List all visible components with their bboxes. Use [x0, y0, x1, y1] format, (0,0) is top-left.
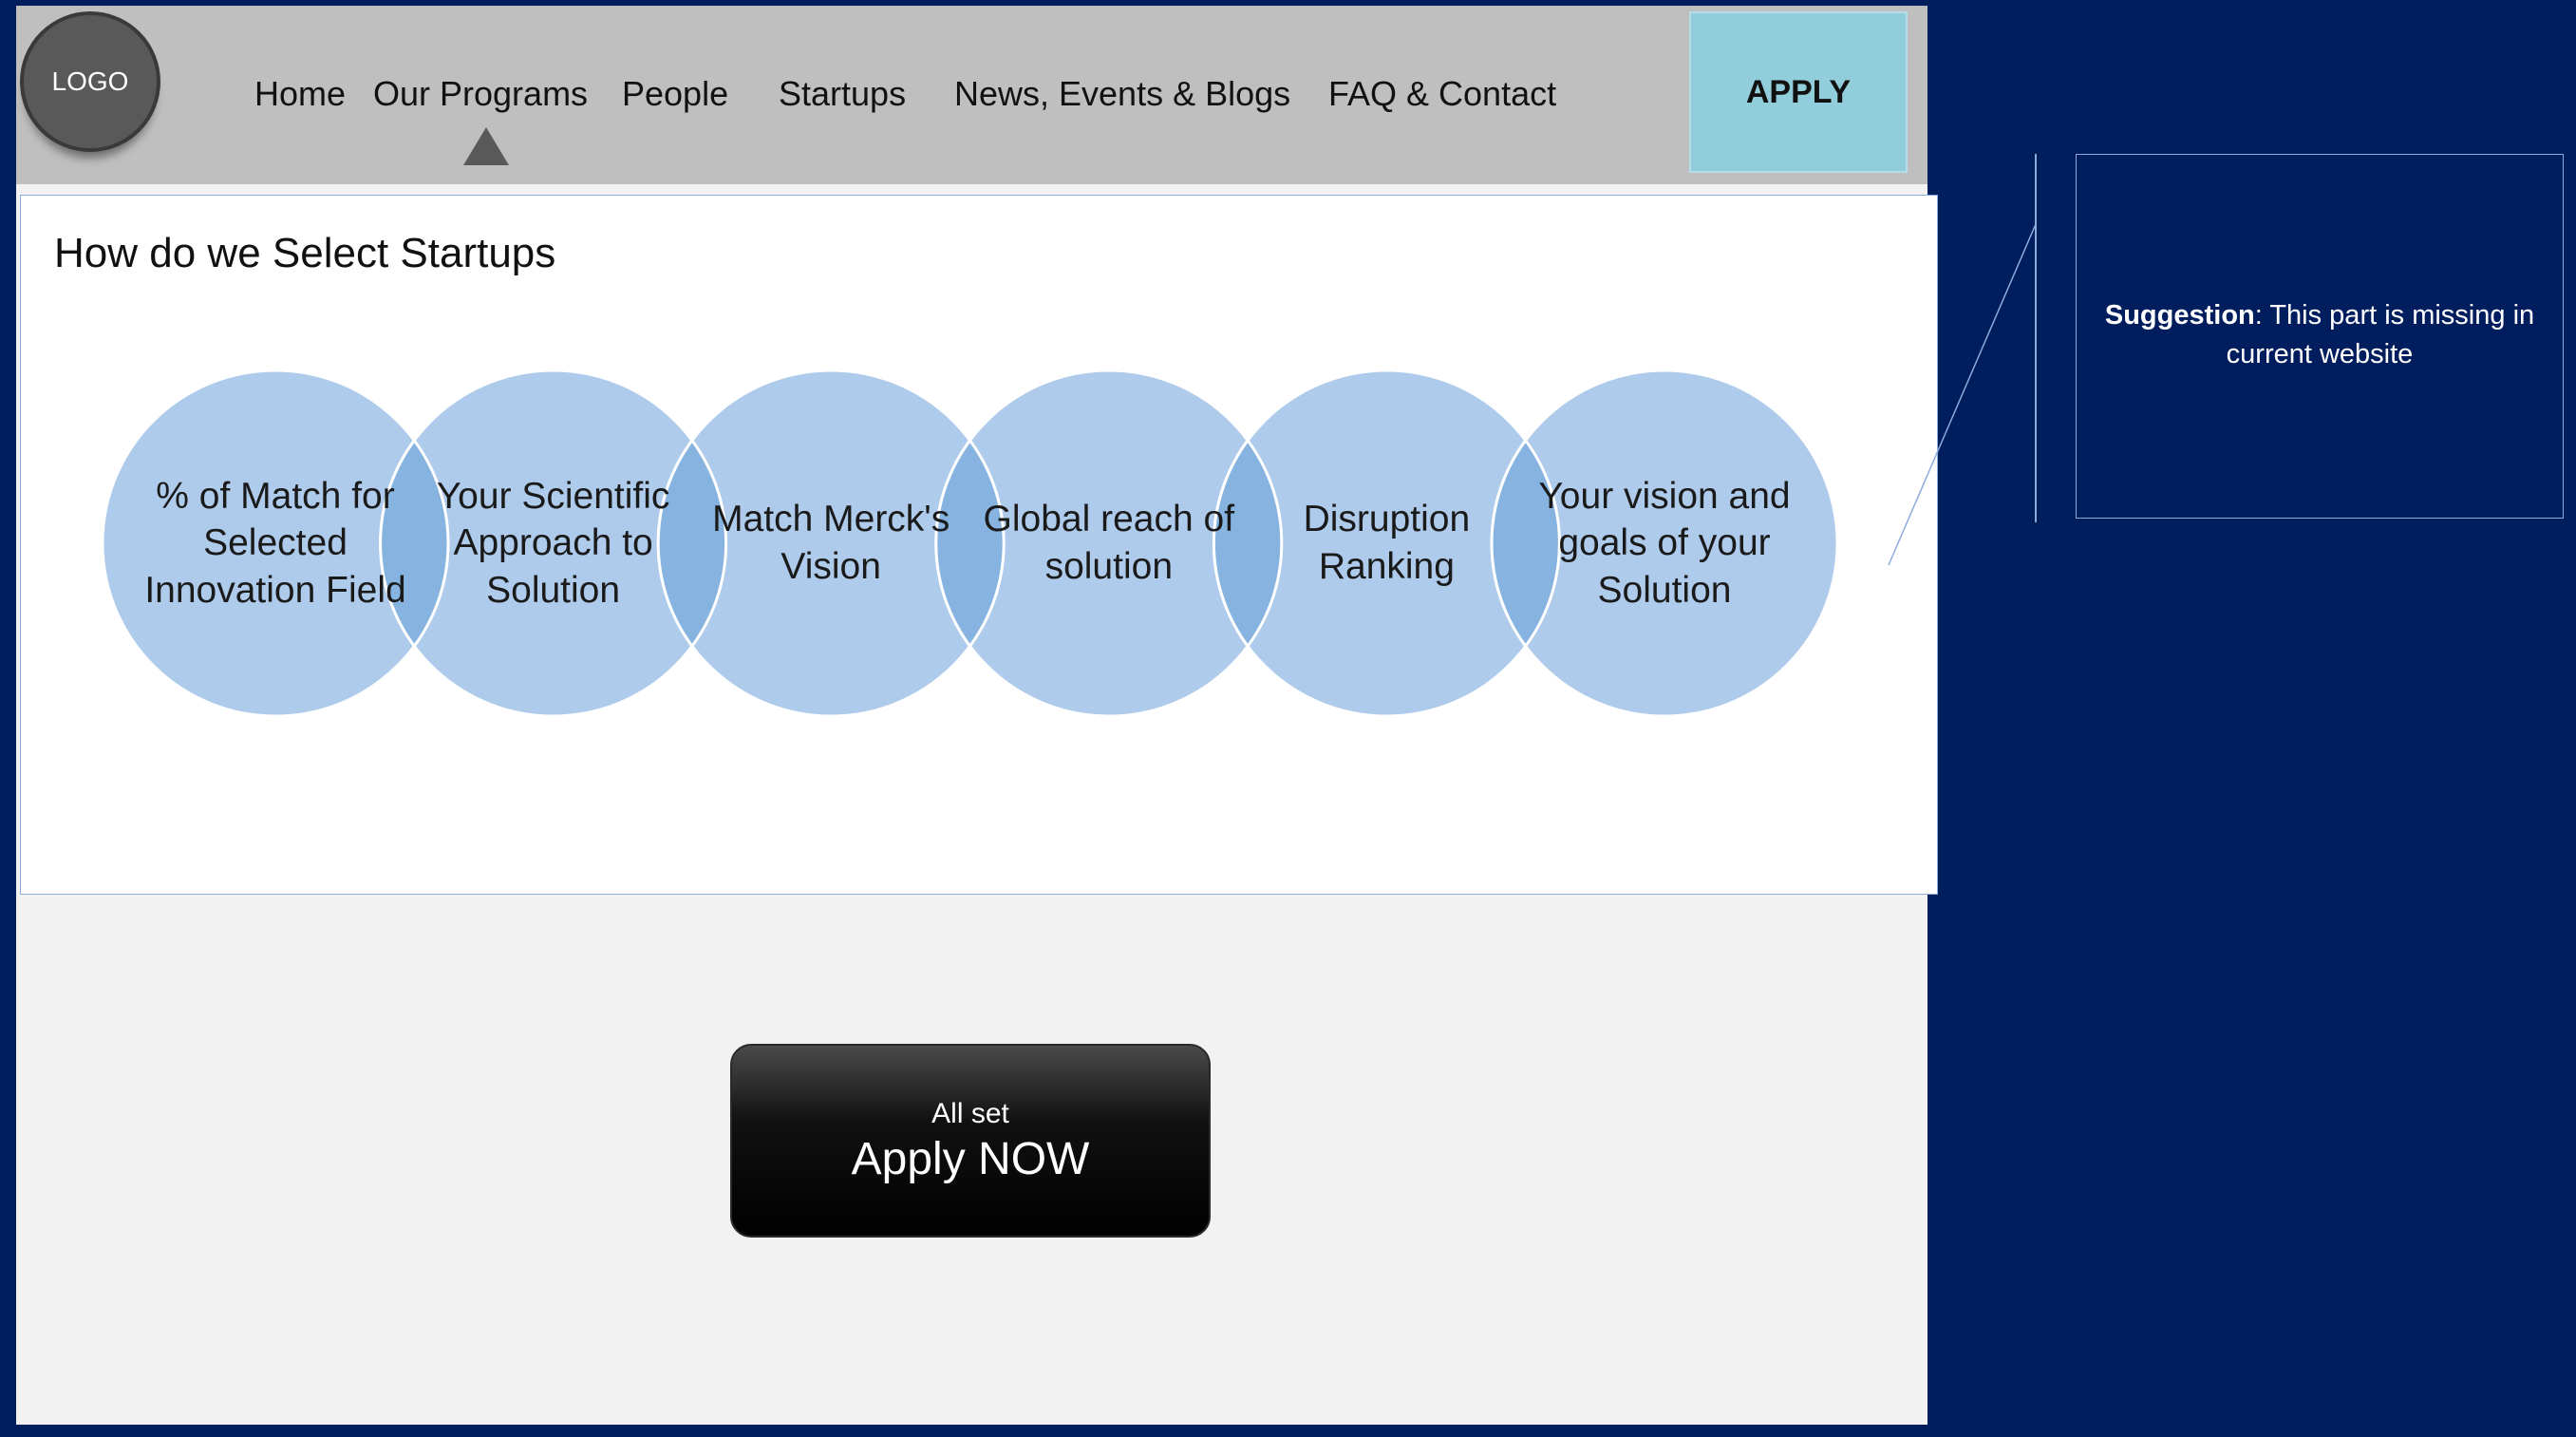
suggestion-callout: Suggestion: This part is missing in curr…: [2076, 296, 2564, 373]
apply-now-subtitle: All set: [931, 1098, 1009, 1129]
page-canvas: LOGO Home Our Programs People Startups N…: [0, 0, 2576, 1437]
annotation-pointer-line: [1888, 223, 2037, 566]
apply-now-button[interactable]: All set Apply NOW: [730, 1044, 1211, 1238]
suggestion-label: Suggestion: [2104, 300, 2255, 331]
apply-now-label: Apply NOW: [851, 1134, 1090, 1184]
suggestion-text: : This part is missing in current websit…: [2226, 300, 2535, 369]
